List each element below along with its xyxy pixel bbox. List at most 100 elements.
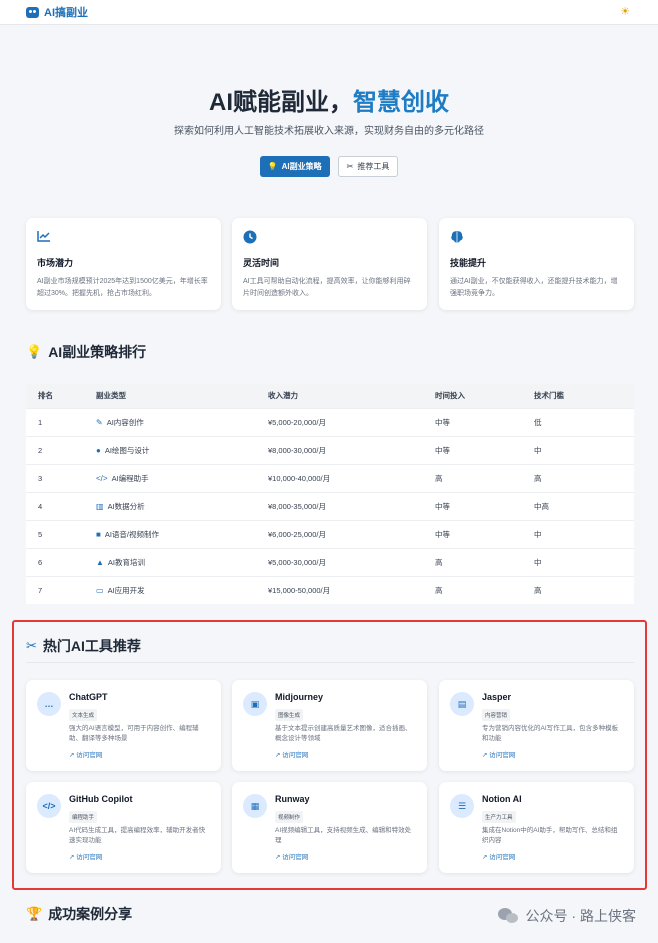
visit-link[interactable]: ↗ 访问官网	[69, 749, 102, 759]
brand-logo[interactable]: AI搞副业	[26, 4, 88, 20]
list-icon: ☰	[450, 794, 474, 818]
row-tech: 中	[534, 547, 634, 576]
row-time: 高	[435, 575, 534, 604]
stat-desc: 通过AI副业，不仅能获得收入，还能提升技术能力，增强职场竞争力。	[450, 278, 618, 297]
palette-icon: ●	[96, 445, 101, 455]
visit-link[interactable]: ↗ 访问官网	[482, 851, 515, 861]
section-divider	[26, 662, 634, 663]
row-time: 高	[435, 463, 534, 492]
stat-desc: AI副业市场规模预计2025年达到1500亿美元，年增长率超过30%。把握先机，…	[37, 278, 208, 297]
tool-desc: 基于文本提示创建高质量艺术图像，适合插画、概念设计等领域	[275, 725, 412, 742]
visit-link-label: 访问官网	[489, 854, 516, 861]
row-income: ¥10,000-40,000/月	[268, 463, 435, 492]
row-type: ✎ AI内容创作	[96, 407, 268, 436]
row-tech: 中	[534, 519, 634, 548]
tools-button[interactable]: ✂ 推荐工具	[337, 156, 399, 177]
row-type-label: AI绘图与设计	[104, 445, 150, 455]
file-icon: ▤	[450, 692, 474, 716]
tools-icon: ✂	[346, 162, 354, 171]
hero-title-highlight: 智慧创收	[353, 89, 449, 116]
top-nav: AI搞副业 ☀	[0, 0, 658, 25]
row-income: ¥6,000-25,000/月	[268, 519, 435, 548]
tool-card-chatgpt: … ChatGPT 文本生成 强大的AI语言模型，可用于内容创作、编程辅助、翻译…	[26, 680, 221, 771]
row-income: ¥8,000-35,000/月	[268, 491, 435, 520]
row-type: ▲ AI教育培训	[96, 547, 268, 576]
watermark-text: 公众号 · 路上侠客	[525, 908, 636, 924]
tools-button-label: 推荐工具	[357, 162, 390, 171]
tool-name: ChatGPT	[69, 692, 108, 702]
ranking-title-text: AI副业策略排行	[48, 344, 147, 360]
tool-badge: 编程助手	[69, 811, 98, 823]
sun-icon[interactable]: ☀	[620, 5, 630, 18]
tool-badge: 视频制作	[275, 811, 304, 823]
graduation-cap-icon: ▲	[96, 557, 104, 567]
wechat-icon	[497, 907, 520, 925]
tool-desc: 强大的AI语言模型，可用于内容创作、编程辅助、翻译等多种场景	[69, 725, 199, 742]
header-time: 时间投入	[435, 391, 465, 401]
row-type-label: AI应用开发	[107, 585, 145, 595]
cases-section-title: 🏆 成功案例分享	[26, 904, 132, 924]
row-type: ▥ AI数据分析	[96, 491, 268, 520]
tool-badge: 内容营销	[482, 709, 511, 721]
tool-desc: 专为营销内容优化的AI写作工具，包含多种模板和功能	[482, 725, 619, 742]
visit-link[interactable]: ↗ 访问官网	[69, 851, 102, 861]
clock-icon	[243, 230, 416, 246]
table-row: 1 ✎ AI内容创作 ¥5,000-20,000/月 中等 低	[26, 407, 634, 436]
row-rank: 7	[26, 575, 96, 604]
row-rank: 4	[26, 491, 96, 520]
code-icon: </>	[96, 473, 108, 483]
ranking-section-title: 💡 AI副业策略排行	[26, 342, 146, 362]
lightbulb-icon: 💡	[267, 162, 278, 171]
row-time: 中等	[435, 519, 534, 548]
row-type-label: AI语音/视频制作	[104, 529, 160, 539]
stat-card-skill: 技能提升 通过AI副业，不仅能获得收入，还能提升技术能力，增强职场竞争力。	[439, 218, 634, 310]
header-type: 副业类型	[96, 391, 126, 401]
brand-name: AI搞副业	[44, 7, 88, 19]
tool-name: GitHub Copilot	[69, 794, 133, 804]
stat-title: 市场潜力	[37, 258, 74, 268]
tools-title-text: 热门AI工具推荐	[42, 638, 141, 654]
visit-link-label: 访问官网	[76, 854, 103, 861]
tool-name: Jasper	[482, 692, 512, 702]
row-tech: 高	[534, 463, 634, 492]
row-tech: 高	[534, 575, 634, 604]
strategy-button[interactable]: 💡 AI副业策略	[259, 156, 330, 177]
chart-line-icon	[37, 230, 210, 246]
row-tech: 中	[534, 435, 634, 464]
row-type-label: AI内容创作	[106, 417, 144, 427]
hero-title: AI赋能副业，智慧创收	[0, 82, 658, 117]
row-rank: 6	[26, 547, 96, 576]
ranking-table: 排名 副业类型 收入潜力 时间投入 技术门槛 1 ✎ AI内容创作 ¥5,000-…	[26, 384, 634, 604]
strategy-button-label: AI副业策略	[281, 162, 322, 171]
pen-icon: ✎	[96, 417, 103, 427]
visit-link[interactable]: ↗ 访问官网	[275, 749, 308, 759]
tool-badge: 图像生成	[275, 709, 304, 721]
stat-title: 灵活时间	[243, 258, 280, 268]
watermark: 公众号 · 路上侠客	[497, 906, 636, 926]
image-icon: ▣	[243, 692, 267, 716]
stat-title: 技能提升	[450, 258, 487, 268]
row-type-label: AI数据分析	[107, 501, 145, 511]
row-type: ■ AI语音/视频制作	[96, 519, 268, 548]
stat-desc: AI工具可帮助自动化流程，提高效率，让你能够利用碎片时间创造额外收入。	[243, 278, 411, 297]
visit-link[interactable]: ↗ 访问官网	[482, 749, 515, 759]
header-rank: 排名	[38, 391, 53, 401]
table-row: 5 ■ AI语音/视频制作 ¥6,000-25,000/月 中等 中	[26, 519, 634, 548]
row-type: </> AI编程助手	[96, 463, 268, 492]
hero-buttons: 💡 AI副业策略 ✂ 推荐工具	[0, 156, 658, 177]
row-time: 中等	[435, 407, 534, 436]
row-tech: 中高	[534, 491, 634, 520]
visit-link-label: 访问官网	[489, 752, 516, 759]
tool-card-copilot: </> GitHub Copilot 编程助手 AI代码生成工具，提高编程效率，…	[26, 782, 221, 873]
visit-link[interactable]: ↗ 访问官网	[275, 851, 308, 861]
tool-name: Notion AI	[482, 794, 522, 804]
tool-badge: 文本生成	[69, 709, 98, 721]
table-header-row: 排名 副业类型 收入潜力 时间投入 技术门槛	[26, 384, 634, 408]
tool-name: Runway	[275, 794, 310, 804]
table-row: 3 </> AI编程助手 ¥10,000-40,000/月 高 高	[26, 463, 634, 492]
row-type: ● AI绘图与设计	[96, 435, 268, 464]
tool-card-notion: ☰ Notion AI 生产力工具 集成在Notion中的AI助手，帮助写作、总…	[439, 782, 634, 873]
hero-title-main: AI赋能副业，	[209, 89, 353, 116]
table-row: 2 ● AI绘图与设计 ¥8,000-30,000/月 中等 中	[26, 435, 634, 464]
tool-desc: 集成在Notion中的AI助手，帮助写作、总结和组织内容	[482, 827, 618, 844]
